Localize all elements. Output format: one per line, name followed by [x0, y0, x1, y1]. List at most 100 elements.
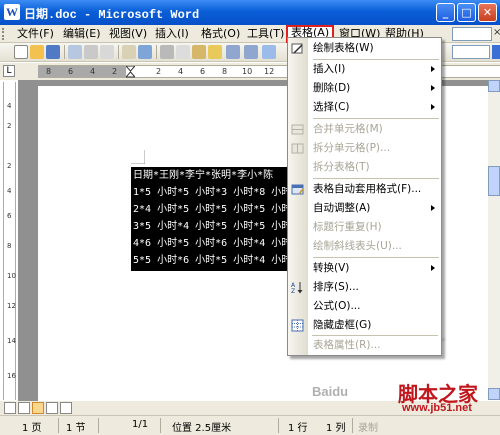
permission-icon[interactable] — [68, 45, 82, 59]
ruler-label: 8 — [46, 67, 52, 76]
menu-tools[interactable]: 工具(T) — [244, 26, 287, 42]
menu-item-label: 表格自动套用格式(F)... — [313, 183, 422, 195]
gridlines-icon — [291, 319, 304, 332]
menu-item-label: 选择(C) — [313, 101, 350, 113]
maximize-button[interactable]: □ — [457, 3, 476, 22]
menu-item-sort[interactable]: A Z 排序(S)... — [288, 278, 441, 297]
ruler-label: 2 — [156, 67, 162, 76]
ruler-label: 8 — [222, 67, 228, 76]
autoformat-icon — [291, 184, 304, 195]
ruler-label: 4 — [90, 67, 96, 76]
menu-item-convert[interactable]: 转换(V) — [288, 259, 441, 278]
status-record[interactable]: 录制 — [358, 419, 378, 434]
copy-icon[interactable] — [176, 45, 190, 59]
vruler-label: 10 — [7, 272, 16, 280]
menu-insert[interactable]: 插入(I) — [152, 26, 192, 42]
status-position: 位置 2.5厘米 — [172, 423, 232, 434]
undo-icon[interactable] — [226, 45, 240, 59]
menu-separator — [313, 118, 439, 119]
paste-icon[interactable] — [192, 45, 206, 59]
menu-item-table-properties[interactable]: 表格属性(R)... — [288, 336, 441, 355]
print-layout-view-icon[interactable] — [32, 402, 44, 414]
selected-table[interactable]: 日期*王刚*李宁*张明*李小*陈 1*5 小时*5 小时*3 小时*8 小时 2… — [131, 167, 291, 271]
status-section: 1 节 — [66, 423, 86, 434]
menu-item-label: 绘制表格(W) — [313, 42, 374, 54]
menu-format[interactable]: 格式(O) — [198, 26, 243, 42]
zoom-box[interactable] — [452, 45, 490, 59]
menu-file[interactable]: 文件(F) — [14, 26, 57, 42]
baidu-watermark: Baidu — [312, 384, 349, 399]
table-row[interactable]: 4*6 小时*5 小时*6 小时*4 小时 — [133, 236, 291, 252]
menu-item-label: 拆分表格(T) — [313, 161, 370, 173]
vruler-label: 2 — [7, 162, 12, 170]
menu-item-split-cells[interactable]: 拆分单元格(P)... — [288, 139, 441, 158]
table-row[interactable]: 5*5 小时*6 小时*5 小时*4 小时 — [133, 253, 291, 269]
vruler-label: 2 — [7, 122, 12, 130]
minimize-button[interactable]: _ — [436, 3, 455, 22]
table-row[interactable]: 日期*王刚*李宁*张明*李小*陈 — [133, 168, 273, 184]
menu-item-label: 标题行重复(H) — [313, 221, 382, 233]
menu-item-repeat-header[interactable]: 标题行重复(H) — [288, 218, 441, 237]
hyperlink-icon[interactable] — [262, 45, 276, 59]
web-view-icon[interactable] — [18, 402, 30, 414]
menu-item-split-table[interactable]: 拆分表格(T) — [288, 158, 441, 177]
reading-view-icon[interactable] — [46, 402, 58, 414]
outline-view-icon[interactable] — [60, 402, 72, 414]
menu-item-label: 插入(I) — [313, 63, 346, 75]
help-question-input[interactable] — [452, 27, 492, 41]
research-icon[interactable] — [138, 45, 152, 59]
redo-icon[interactable] — [244, 45, 258, 59]
menu-item-label: 排序(S)... — [313, 281, 359, 293]
word-app-icon[interactable]: W — [4, 4, 20, 20]
menu-edit[interactable]: 编辑(E) — [60, 26, 104, 42]
save-icon[interactable] — [46, 45, 60, 59]
cut-icon[interactable] — [160, 45, 174, 59]
vertical-ruler[interactable]: 4 2 2 4 6 8 10 12 14 16 — [3, 82, 16, 400]
print-icon[interactable] — [84, 45, 98, 59]
scroll-thumb[interactable] — [488, 166, 500, 196]
menu-item-hide-gridlines[interactable]: 隐藏虚框(G) — [288, 316, 441, 335]
split-cells-icon — [291, 143, 304, 154]
indent-marker-icon[interactable] — [126, 66, 135, 78]
ruler-label: 6 — [200, 67, 206, 76]
status-separator — [160, 418, 161, 433]
menu-item-diagonal-header[interactable]: 绘制斜线表头(U)... — [288, 237, 441, 256]
vertical-scrollbar[interactable] — [488, 80, 500, 400]
menu-item-delete[interactable]: 删除(D) — [288, 79, 441, 98]
status-page: 1 页 — [22, 423, 42, 434]
vruler-label: 12 — [7, 302, 16, 310]
menu-item-autoformat[interactable]: 表格自动套用格式(F)... — [288, 180, 441, 199]
submenu-arrow-icon — [431, 205, 435, 211]
menu-item-formula[interactable]: 公式(O)... — [288, 297, 441, 316]
menu-item-select[interactable]: 选择(C) — [288, 98, 441, 117]
menu-item-insert[interactable]: 插入(I) — [288, 60, 441, 79]
menu-item-merge-cells[interactable]: 合并单元格(M) — [288, 120, 441, 139]
table-row[interactable]: 3*5 小时*4 小时*5 小时*5 小时 — [133, 219, 291, 235]
submenu-arrow-icon — [431, 66, 435, 72]
table-row[interactable]: 2*4 小时*5 小时*5 小时*5 小时 — [133, 202, 291, 218]
normal-view-icon[interactable] — [4, 402, 16, 414]
menu-view[interactable]: 视图(V) — [106, 26, 150, 42]
menu-separator — [313, 178, 439, 179]
toolbar-options-icon[interactable] — [492, 45, 500, 59]
ruler-label: 10 — [242, 67, 253, 76]
ruler-label: 6 — [68, 67, 74, 76]
menu-item-autofit[interactable]: 自动调整(A) — [288, 199, 441, 218]
spelling-icon[interactable] — [122, 45, 136, 59]
svg-text:Z: Z — [291, 288, 295, 294]
menu-item-draw-table[interactable]: 绘制表格(W) — [288, 39, 441, 58]
format-painter-icon[interactable] — [208, 45, 222, 59]
close-button[interactable]: ✕ — [478, 3, 497, 22]
new-document-icon[interactable] — [14, 45, 28, 59]
open-folder-icon[interactable] — [30, 45, 44, 59]
scroll-up-button[interactable] — [488, 80, 500, 92]
tab-selector[interactable]: L — [3, 65, 15, 77]
print-preview-icon[interactable] — [100, 45, 114, 59]
status-separator — [58, 418, 59, 433]
menubar-grip[interactable] — [2, 28, 5, 40]
table-row[interactable]: 1*5 小时*5 小时*3 小时*8 小时 — [133, 185, 291, 201]
sort-icon: A Z — [291, 282, 303, 294]
menu-item-label: 表格属性(R)... — [313, 339, 381, 351]
doc-close-icon[interactable]: × — [493, 27, 500, 38]
menu-separator — [313, 257, 439, 258]
